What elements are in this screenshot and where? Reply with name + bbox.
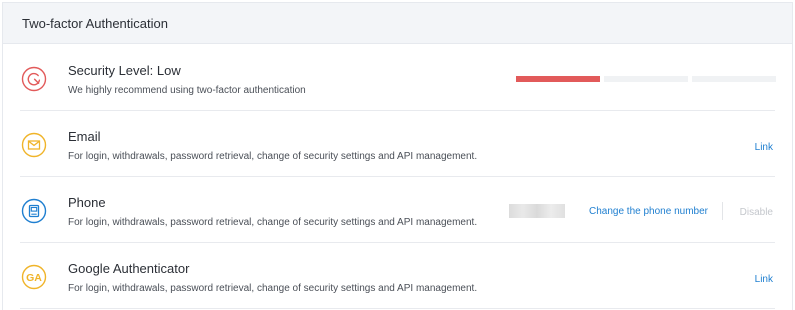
security-level-segment-2 bbox=[604, 76, 688, 82]
security-level-bar bbox=[516, 76, 776, 82]
panel-title: Two-factor Authentication bbox=[22, 15, 168, 31]
email-description: For login, withdrawals, password retriev… bbox=[68, 151, 478, 162]
security-level-title: Security Level: Low bbox=[68, 63, 181, 78]
google-authenticator-link-button[interactable]: Link bbox=[755, 274, 773, 285]
panel-header: Two-factor Authentication bbox=[3, 3, 792, 44]
google-authenticator-title: Google Authenticator bbox=[68, 261, 190, 276]
row-divider bbox=[20, 308, 775, 309]
phone-icon bbox=[21, 198, 47, 224]
masked-phone-number bbox=[509, 204, 565, 218]
security-level-segment-3 bbox=[692, 76, 776, 82]
google-authenticator-row: GA Google Authenticator For login, withd… bbox=[3, 243, 792, 309]
email-link-button[interactable]: Link bbox=[755, 142, 773, 153]
change-phone-number-button[interactable]: Change the phone number bbox=[589, 206, 708, 217]
security-level-description: We highly recommend using two-factor aut… bbox=[68, 85, 306, 96]
phone-description: For login, withdrawals, password retriev… bbox=[68, 217, 478, 228]
security-level-icon bbox=[21, 66, 47, 92]
google-authenticator-description: For login, withdrawals, password retriev… bbox=[68, 283, 478, 294]
phone-title: Phone bbox=[68, 195, 106, 210]
envelope-icon bbox=[21, 132, 47, 158]
security-level-segment-1 bbox=[516, 76, 600, 82]
email-title: Email bbox=[68, 129, 101, 144]
phone-row: Phone For login, withdrawals, password r… bbox=[3, 177, 792, 243]
google-authenticator-icon: GA bbox=[21, 264, 47, 290]
security-level-row: Security Level: Low We highly recommend … bbox=[3, 45, 792, 111]
action-separator bbox=[722, 202, 723, 220]
disable-phone-button[interactable]: Disable bbox=[740, 207, 773, 218]
two-factor-panel: Two-factor Authentication Security Level… bbox=[2, 2, 793, 310]
email-row: Email For login, withdrawals, password r… bbox=[3, 111, 792, 177]
svg-text:GA: GA bbox=[26, 272, 42, 284]
